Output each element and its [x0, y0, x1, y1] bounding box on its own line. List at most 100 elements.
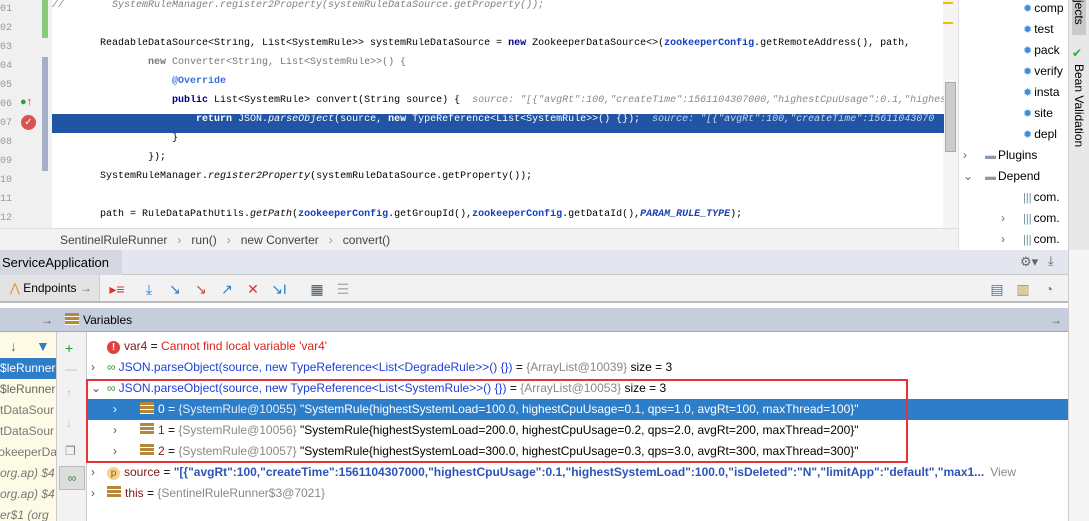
code-token: //: [52, 0, 113, 11]
stack-frame[interactable]: tDataSour: [0, 400, 56, 421]
pin-icon[interactable]: →: [41, 308, 53, 332]
endpoints-tab[interactable]: ⋀ Endpoints →: [0, 275, 100, 301]
drop-frame-icon[interactable]: ✕: [244, 280, 262, 298]
code-token: .getRemoteAddress(), path,: [754, 38, 911, 49]
evaluate-expression-icon[interactable]: ▦: [308, 280, 326, 298]
overhead-icon[interactable]: ◔: [1040, 280, 1058, 298]
copy-icon[interactable]: ❐: [65, 444, 76, 458]
pin-icon[interactable]: →: [1050, 308, 1062, 332]
code-token: zookeeperConfig: [664, 38, 755, 49]
trace-icon[interactable]: ☰: [334, 280, 352, 298]
breadcrumb-item[interactable]: run(): [191, 233, 216, 247]
code-line[interactable]: @Override: [52, 76, 944, 95]
expand-arrow-icon[interactable]: ›: [1001, 208, 1005, 229]
threads-icon[interactable]: ▤: [988, 280, 1006, 298]
code-line[interactable]: }: [52, 133, 944, 152]
project-tree-item[interactable]: ||| com.: [1023, 187, 1060, 208]
code-line[interactable]: path = RuleDataPathUtils.getPath(zookeep…: [52, 209, 944, 228]
run-to-cursor-icon[interactable]: ↘I: [270, 280, 288, 298]
projects-tool-tab[interactable]: jects: [1072, 0, 1086, 35]
library-icon: |||: [1023, 192, 1032, 204]
settings-icon[interactable]: ⚙▾: [1020, 254, 1038, 270]
code-line[interactable]: // SystemRuleManager.register2Property(s…: [52, 0, 944, 19]
chevron-right-icon[interactable]: ›: [91, 483, 95, 504]
line-number: 02: [0, 23, 13, 34]
code-line[interactable]: SystemRuleManager.register2Property(syst…: [52, 171, 944, 190]
expand-arrow-icon[interactable]: ›: [963, 145, 967, 166]
project-tree-item[interactable]: ✹ verify: [1023, 61, 1063, 82]
change-marker: [42, 0, 48, 38]
code-editor[interactable]: ●↑ ✓ 01 // SystemRuleManager.register2Pro…: [0, 0, 958, 228]
chevron-right-icon: ›: [177, 233, 182, 247]
breakpoint-icon[interactable]: ✓: [21, 115, 36, 130]
project-tree-item[interactable]: ✹ site: [1023, 103, 1053, 124]
code-line[interactable]: return JSON.parseObject(source, new Type…: [52, 114, 944, 133]
step-into-icon[interactable]: ↘: [166, 280, 184, 298]
chevron-right-icon[interactable]: ›: [91, 357, 95, 378]
bean-validation-tool-tab[interactable]: Bean Validation: [1072, 64, 1086, 147]
variables-icon: [65, 313, 79, 325]
code-line[interactable]: [52, 19, 944, 38]
code-line[interactable]: public List<SystemRule> convert(String s…: [52, 95, 944, 114]
code-token: zookeeperConfig: [472, 209, 563, 220]
hide-icon[interactable]: ⤓: [1048, 253, 1054, 269]
down-arrow-icon[interactable]: ↓: [10, 338, 17, 354]
show-execution-point-icon[interactable]: ▸≡: [108, 280, 126, 298]
breadcrumb-item[interactable]: new Converter: [241, 233, 319, 247]
item-label: insta: [1034, 85, 1060, 99]
project-tree-item[interactable]: ✹ depl: [1023, 124, 1057, 145]
highlight-box: [86, 379, 908, 463]
move-up-icon[interactable]: ↑: [66, 386, 72, 400]
stack-frame[interactable]: leRunner$: [0, 358, 56, 379]
code-line[interactable]: });: [52, 152, 944, 171]
step-out-icon[interactable]: ↗: [218, 280, 236, 298]
code-line[interactable]: new Converter<String, List<SystemRule>>(…: [52, 57, 944, 76]
code-token: parseObject: [268, 114, 335, 125]
variable-eq: =: [160, 465, 174, 479]
code-token: SystemRuleManager.register2Property(syst…: [112, 0, 545, 11]
folder-icon: ▬: [985, 150, 996, 162]
breadcrumb-item[interactable]: convert(): [343, 233, 390, 247]
variable-row[interactable]: › ∞ JSON.parseObject(source, new TypeRefer…: [87, 357, 1068, 378]
expand-arrow-icon[interactable]: ⌄: [963, 166, 973, 187]
move-down-icon[interactable]: ↓: [66, 416, 72, 430]
editor-scrollbar[interactable]: [943, 0, 958, 228]
code-line[interactable]: ReadableDataSource<String, List<SystemRu…: [52, 38, 944, 57]
stack-frame[interactable]: leRunner$: [0, 379, 56, 400]
remove-watch-icon[interactable]: —: [65, 362, 77, 376]
memory-icon[interactable]: ▥: [1014, 280, 1032, 298]
force-step-into-icon[interactable]: ↘: [192, 280, 210, 298]
step-over-icon[interactable]: ⤓: [140, 280, 158, 298]
line-number: 03: [0, 42, 13, 53]
frames-list[interactable]: ↓ ▼ leRunner$ leRunner$ tDataSour tDataSour…: [0, 332, 57, 521]
variable-row[interactable]: ! var4 = Cannot find local variable 'var4…: [87, 336, 1068, 357]
new-watch-icon[interactable]: +: [65, 340, 73, 356]
parameter-icon: p: [107, 467, 120, 480]
stack-frame[interactable]: $4 (org.ap: [0, 484, 56, 505]
filter-icon[interactable]: ▼: [36, 338, 50, 354]
chevron-right-icon[interactable]: ›: [91, 462, 95, 483]
code-token: getPath: [250, 209, 293, 220]
project-tree-item[interactable]: ✹ test: [1023, 19, 1054, 40]
variable-link[interactable]: View: [990, 465, 1016, 479]
stack-frame[interactable]: okeeperDa: [0, 442, 56, 463]
code-line[interactable]: [52, 190, 944, 209]
variable-row[interactable]: › p source = "[{"avgRt":100,"createTime":1…: [87, 462, 1068, 483]
maven-project-tree[interactable]: ✹ comp ✹ test ✹ pack ✹ verify ✹ insta ✹ site ✹ depl › ▬…: [958, 0, 1068, 250]
stack-frame[interactable]: tDataSour: [0, 421, 56, 442]
project-tree-item[interactable]: › ▬ Plugins: [963, 145, 1037, 166]
stack-frame[interactable]: $4 (org.ap: [0, 463, 56, 484]
breadcrumb-item[interactable]: SentinelRuleRunner: [60, 233, 167, 247]
expand-arrow-icon[interactable]: ›: [1001, 229, 1005, 250]
project-tree-item[interactable]: ✹ pack: [1023, 40, 1060, 61]
project-tree-item[interactable]: ⌄ ▬ Depend: [963, 166, 1040, 187]
project-tree-item[interactable]: ✹ insta: [1023, 82, 1060, 103]
implements-icon[interactable]: ●↑: [20, 96, 32, 108]
show-watches-icon[interactable]: ∞: [59, 466, 85, 490]
tab-service-application[interactable]: ServiceApplication ✕: [0, 250, 122, 295]
project-tree-item[interactable]: › ||| com.: [1001, 229, 1060, 250]
project-tree-item[interactable]: › ||| com.: [1001, 208, 1060, 229]
variable-row[interactable]: › this = {SentinelRuleRunner$3@7021}: [87, 483, 1068, 504]
project-tree-item[interactable]: ✹ comp: [1023, 0, 1064, 19]
stack-frame[interactable]: er$1 (org: [0, 505, 56, 521]
